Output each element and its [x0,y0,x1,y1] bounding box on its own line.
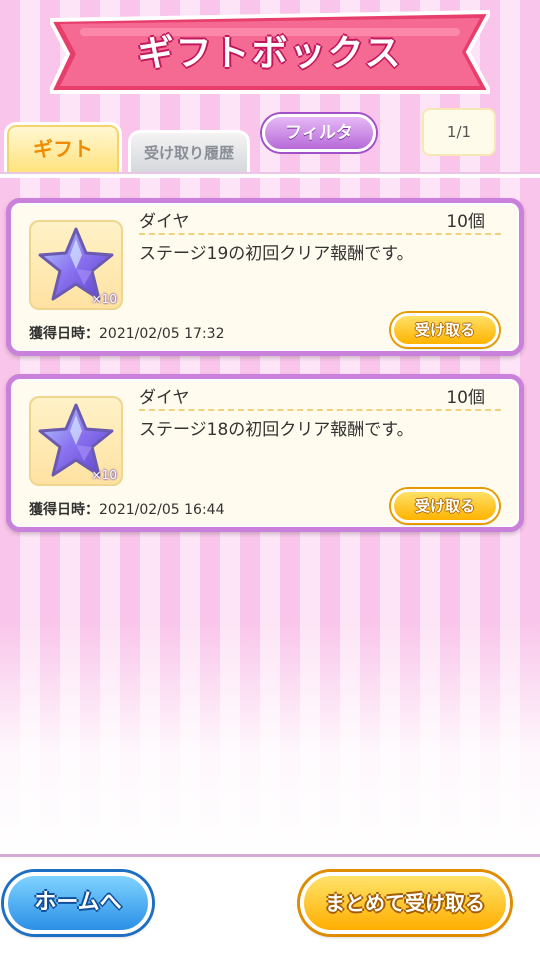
page-title: ギフトボックス [137,33,403,74]
item-description: ステージ18の初回クリア報酬です。 [139,420,414,440]
dashed-divider [139,233,501,235]
gift-card: ×10 ダイヤ 10個 ステージ18の初回クリア報酬です。 獲得日時：2021/… [6,374,524,532]
item-name: ダイヤ [139,388,190,408]
tab-gift[interactable]: ギフト [4,122,122,174]
receive-all-button[interactable]: まとめて受け取る [300,872,510,934]
page-indicator: 1/1 [422,108,496,156]
acquired-label: 獲得日時： [29,502,99,518]
receive-button[interactable]: 受け取る [391,313,499,347]
item-name: ダイヤ [139,212,190,232]
acquired-label: 獲得日時： [29,326,99,342]
item-description: ステージ19の初回クリア報酬です。 [139,244,414,264]
item-quantity: 10個 [446,212,485,232]
filter-button[interactable]: フィルタ [262,114,376,152]
title-banner: ギフトボックス [50,6,490,98]
item-icon-frame: ×10 [29,220,123,310]
acquired-datetime: 獲得日時：2021/02/05 16:44 [29,499,225,519]
item-count-label: ×10 [91,292,117,306]
top-divider [0,172,540,178]
background-fade [0,620,540,856]
dashed-divider [139,409,501,411]
acquired-value: 2021/02/05 17:32 [99,326,225,342]
acquired-value: 2021/02/05 16:44 [99,502,225,518]
gift-card: ×10 ダイヤ 10個 ステージ19の初回クリア報酬です。 獲得日時：2021/… [6,198,524,356]
acquired-datetime: 獲得日時：2021/02/05 17:32 [29,323,225,343]
item-quantity: 10個 [446,388,485,408]
receive-button[interactable]: 受け取る [391,489,499,523]
home-button[interactable]: ホームへ [4,872,152,934]
tab-receive-history[interactable]: 受け取り履歴 [128,130,250,174]
item-count-label: ×10 [91,468,117,482]
item-icon-frame: ×10 [29,396,123,486]
